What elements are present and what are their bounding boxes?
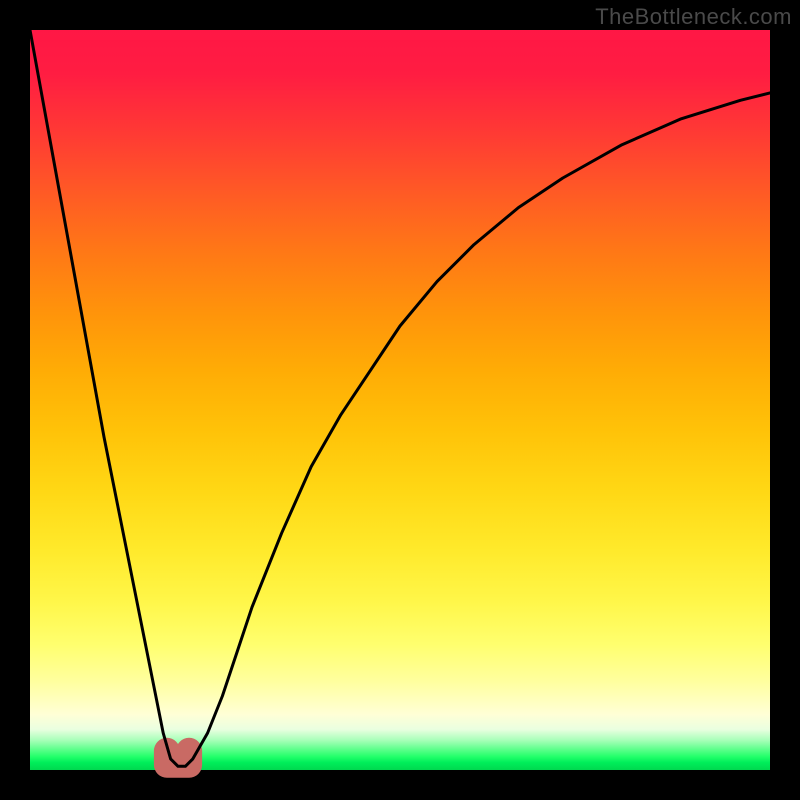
chart-frame: TheBottleneck.com [0, 0, 800, 800]
gradient-plot-area [30, 30, 770, 770]
bottleneck-curve [30, 30, 770, 766]
watermark-text: TheBottleneck.com [595, 4, 792, 30]
curve-layer [30, 30, 770, 770]
